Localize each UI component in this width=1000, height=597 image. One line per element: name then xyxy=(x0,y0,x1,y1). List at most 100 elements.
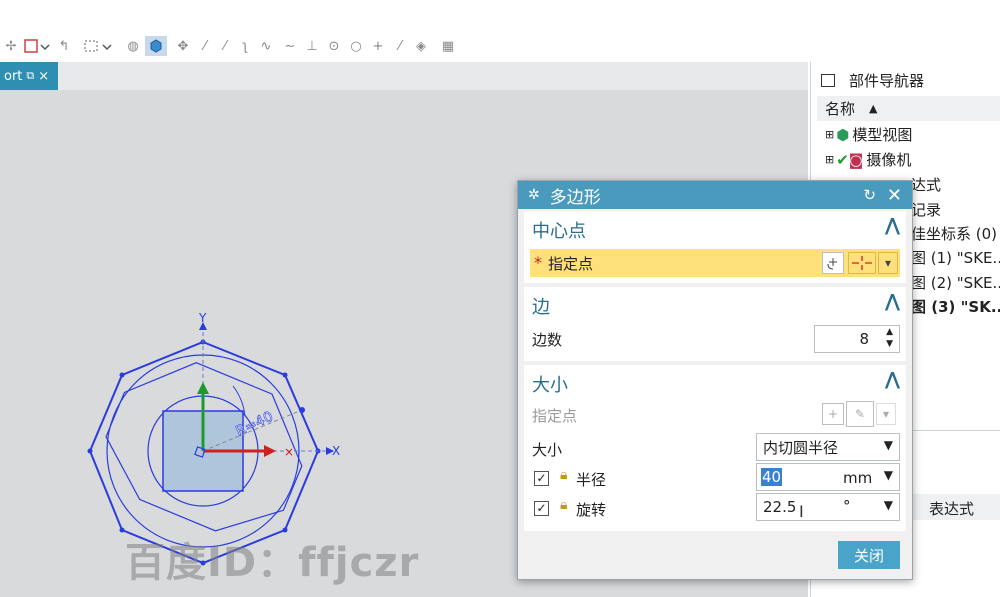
size-mode-select[interactable]: 内切圆半径 ▼ xyxy=(756,433,900,461)
edge-count-input[interactable]: 8 ▲ ▼ xyxy=(814,325,900,353)
close-button[interactable]: 关闭 xyxy=(838,541,900,569)
eraser-icon[interactable]: ◈ xyxy=(412,36,430,56)
column-name: 名称 xyxy=(825,100,856,118)
point-dialog-disabled-icon: + xyxy=(822,403,844,425)
check-icon: ✔ xyxy=(836,150,849,169)
radius-checkbox[interactable]: ✓ xyxy=(534,471,549,486)
model-view-icon: ⬢ xyxy=(836,125,850,144)
shading-icon[interactable]: ◍ xyxy=(124,36,142,56)
lock-icon[interactable]: 🔒︎ xyxy=(560,497,567,513)
line-icon[interactable]: ⁄ xyxy=(198,36,212,56)
dialog-title: 多边形 xyxy=(549,187,601,208)
nav-item-sketch-2[interactable]: 图 (2) "SKE... xyxy=(911,270,1000,295)
camera-icon: ◙ xyxy=(848,150,864,169)
nav-item-expressions[interactable]: 达式 xyxy=(911,172,1000,197)
nav-item-label: 摄像机 xyxy=(866,151,912,169)
edge-count-value: 8 xyxy=(859,330,869,348)
toolbar: ✢ ↰ ◍ ✥ ⁄ ⁄ ʅ ∿ ∼ ⊥ ⊙ ○ + ⁄ ◈ ▦ xyxy=(0,32,1000,60)
viewport-tabstrip xyxy=(0,62,808,91)
expand-icon[interactable]: ⊞ xyxy=(825,153,834,166)
section-size: 大小 ⋀ 指定点 + ✎ ▾ 大小 内切圆半径 ▼ ✓ 🔒︎ 半径 40 mm … xyxy=(524,365,906,531)
move-icon[interactable]: ✥ xyxy=(174,36,192,56)
collapse-chevron-icon[interactable]: ⋀ xyxy=(885,215,900,236)
rotation-unit[interactable]: ° xyxy=(843,497,851,515)
point-type-icon[interactable] xyxy=(848,252,876,274)
pin-icon[interactable]: ⧉ xyxy=(26,69,34,83)
point-filter-icon[interactable] xyxy=(22,36,52,56)
nav-item-model-views[interactable]: ⊞ ⬢ 模型视图 xyxy=(825,122,1000,147)
navigator-column-header[interactable]: 名称 ▲ xyxy=(817,96,1000,121)
navigator-header: 部件导航器 xyxy=(821,68,1000,93)
nav-item-cameras[interactable]: ⊞ ✔ ◙ 摄像机 xyxy=(825,147,1000,172)
size-mode-label: 大小 xyxy=(532,441,563,459)
circle-icon[interactable]: ⊙ xyxy=(326,36,342,56)
rotation-checkbox[interactable]: ✓ xyxy=(534,501,549,516)
radius-value: 40 xyxy=(761,468,783,486)
reset-icon[interactable]: ↻ xyxy=(863,186,876,204)
line2-icon[interactable]: ⁄ xyxy=(218,36,232,56)
nav-item-sketch-3[interactable]: 图 (3) "SK... xyxy=(911,294,1000,319)
plus-icon[interactable]: + xyxy=(370,36,386,56)
nav-item-label: 图 (2) "SKE... xyxy=(911,274,1000,292)
navigator-window-icon xyxy=(821,74,835,87)
rotation-value: 22.5 xyxy=(763,498,797,516)
specify-point-label: 指定点 xyxy=(548,255,594,273)
rotation-input[interactable]: 22.5 ° ▼ I xyxy=(756,493,900,521)
collapse-chevron-icon[interactable]: ⋀ xyxy=(885,291,900,312)
size-specify-point-label: 指定点 xyxy=(532,407,578,425)
svg-text:×: × xyxy=(284,445,294,459)
chevron-down-disabled-icon: ▾ xyxy=(876,403,896,425)
required-mark: * xyxy=(534,253,542,272)
point-type-disabled-icon: ✎ xyxy=(846,401,874,427)
nav-item-label: 图 (3) "SK... xyxy=(911,298,1000,316)
specify-point-row[interactable]: * 指定点 ▾ xyxy=(530,249,900,277)
radius-unit[interactable]: mm xyxy=(843,469,872,487)
sort-arrow-icon[interactable]: ▲ xyxy=(869,102,877,115)
lock-icon[interactable]: 🔒︎ xyxy=(560,467,567,483)
rotation-label: 旋转 xyxy=(576,501,607,519)
watermark: 百度ID：ffjczr xyxy=(125,540,420,586)
intersect-icon[interactable]: ⊥ xyxy=(304,36,320,56)
nav-item-sketch-1[interactable]: 图 (1) "SKE... xyxy=(911,245,1000,270)
text-cursor-icon: I xyxy=(799,502,804,521)
axis-x-label: X xyxy=(332,444,340,458)
nav-item-label: 图 (1) "SKE... xyxy=(911,249,1000,267)
point-dialog-icon[interactable] xyxy=(822,252,844,274)
slash-icon[interactable]: ⁄ xyxy=(392,36,408,56)
nav-item-csys[interactable]: 佳坐标系 (0) xyxy=(911,221,1000,246)
chevron-down-icon[interactable]: ▼ xyxy=(884,468,893,482)
nav-item-history[interactable]: 记录 xyxy=(911,197,1000,222)
collapse-chevron-icon[interactable]: ⋀ xyxy=(885,369,900,390)
viewport-tab-label: ort xyxy=(4,68,23,84)
polygon-dialog: ✲ 多边形 ↻ ✕ 中心点 ⋀ * 指定点 ▾ 边 ⋀ 边数 8 ▲▼ 大小 xyxy=(517,180,913,580)
spline-icon[interactable]: ∿ xyxy=(258,36,274,56)
expand-icon[interactable]: ⊞ xyxy=(825,128,834,141)
spin-icon[interactable]: ▲ ▼ xyxy=(886,326,893,350)
nav-item-label: 模型视图 xyxy=(852,126,913,144)
nav-item-label: 记录 xyxy=(911,201,942,219)
polygon-icon[interactable]: ○ xyxy=(348,36,364,56)
wave-icon[interactable]: ∼ xyxy=(282,36,298,56)
chevron-down-icon[interactable]: ▾ xyxy=(878,252,898,274)
close-icon[interactable]: × xyxy=(38,69,49,84)
dialog-titlebar[interactable]: ✲ 多边形 ↻ ✕ xyxy=(518,181,912,209)
table-icon[interactable]: ▦ xyxy=(440,36,456,56)
section-heading: 边 xyxy=(532,297,550,318)
chevron-down-icon[interactable]: ▼ xyxy=(884,498,893,512)
viewport-tab[interactable]: ort ⧉ × xyxy=(0,62,58,90)
solid-view-icon[interactable] xyxy=(145,36,167,56)
gear-icon[interactable]: ✲ xyxy=(528,187,540,203)
chevron-down-icon[interactable]: ▼ xyxy=(884,438,893,452)
edge-count-label: 边数 xyxy=(532,331,563,349)
expression-column[interactable]: 表达式 xyxy=(929,498,974,519)
nav-item-label: 佳坐标系 (0) xyxy=(911,225,998,243)
section-heading: 大小 xyxy=(532,375,568,396)
section-edges: 边 ⋀ 边数 8 ▲ ▼ xyxy=(524,287,906,361)
snap-icon[interactable]: ✢ xyxy=(4,36,18,56)
size-mode-value: 内切圆半径 xyxy=(763,438,839,457)
curve-icon[interactable]: ↰ xyxy=(56,36,72,56)
radius-input[interactable]: 40 mm ▼ xyxy=(756,463,900,491)
arc-icon[interactable]: ʅ xyxy=(238,36,252,56)
close-icon[interactable]: ✕ xyxy=(887,185,902,206)
select-box-icon[interactable] xyxy=(82,36,116,56)
